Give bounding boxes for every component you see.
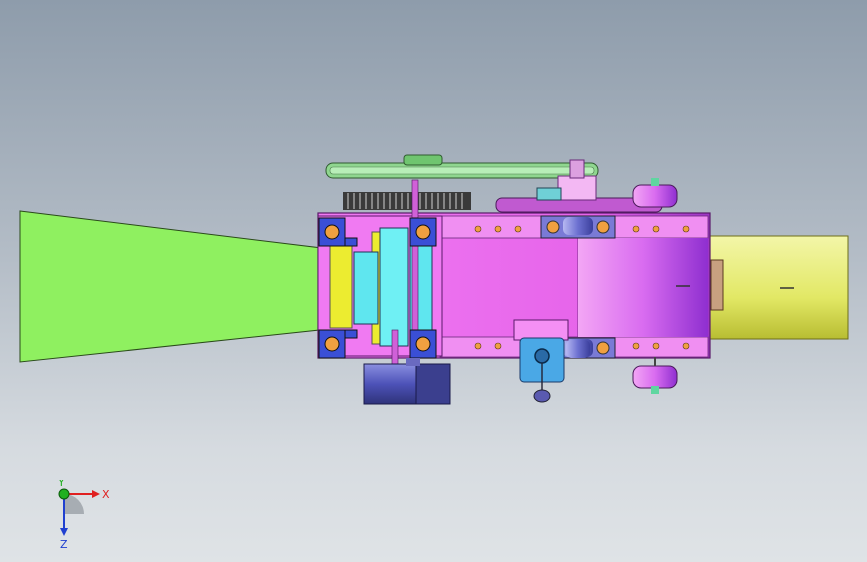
x-axis-label: X: [102, 488, 110, 501]
top-right-stub: [651, 178, 659, 186]
small-bracket: [536, 187, 562, 201]
z-axis-arrow: [60, 528, 68, 536]
bearing-housing-bl[interactable]: [318, 329, 346, 359]
side-plate-yellow: [329, 245, 353, 329]
roller-cyan-main[interactable]: [379, 227, 409, 347]
bearing-top-left: [546, 220, 560, 234]
adjuster-hole: [534, 348, 550, 364]
shaft-vertical-2: [391, 329, 399, 367]
cad-viewport[interactable]: [0, 0, 867, 562]
bearing-cap-bottom: [344, 329, 358, 339]
y-axis-dot: [58, 488, 70, 500]
bearing-roller-top: [563, 217, 593, 235]
bearing-housing-tr[interactable]: [409, 217, 437, 247]
bearing-cap-top: [344, 237, 358, 247]
y-axis-label: Y: [57, 480, 65, 489]
bearing-top-right: [596, 220, 610, 234]
spur-gear[interactable]: [343, 192, 471, 210]
adjuster-knob[interactable]: [533, 389, 551, 403]
axis-triad: X Y Z: [57, 480, 110, 550]
adjuster-spacer: [566, 340, 590, 358]
pulley-stack: [557, 175, 597, 201]
tail-roller[interactable]: [578, 238, 708, 337]
bearing-bottom-right: [596, 341, 610, 355]
top-right-roller[interactable]: [632, 184, 678, 208]
feed-hopper[interactable]: [19, 210, 339, 363]
adjuster-plate: [513, 319, 569, 341]
z-axis-label: Z: [60, 538, 68, 550]
output-belt[interactable]: [707, 235, 849, 340]
pulley-hub: [403, 154, 443, 166]
motor-shaft: [406, 358, 420, 366]
x-axis-arrow: [92, 490, 100, 498]
roller-cyan-left[interactable]: [353, 251, 379, 325]
motor-end: [415, 363, 451, 405]
bottom-right-roller[interactable]: [632, 365, 678, 389]
belt-connector: [710, 259, 724, 311]
pulley-cap: [569, 159, 585, 179]
bearing-housing-tl[interactable]: [318, 217, 346, 247]
bottom-right-stub: [651, 386, 659, 394]
drive-belt-inner: [329, 166, 595, 175]
motor-body[interactable]: [363, 363, 417, 405]
bearing-housing-br[interactable]: [409, 329, 437, 359]
